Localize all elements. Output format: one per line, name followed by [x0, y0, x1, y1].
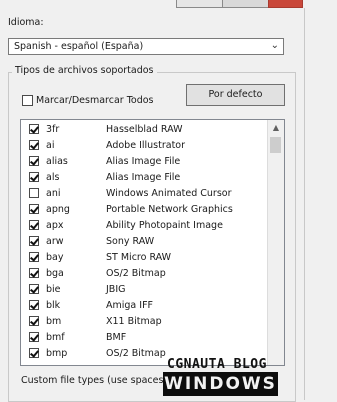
- file-type-checkbox[interactable]: [29, 140, 39, 150]
- file-type-checkbox[interactable]: [29, 220, 39, 230]
- file-type-description: ST Micro RAW: [106, 252, 172, 263]
- file-type-row[interactable]: bm X11 Bitmap: [21, 314, 270, 330]
- vertical-scrollbar[interactable]: ▲: [267, 120, 284, 365]
- file-type-extension: bm: [46, 316, 62, 327]
- toggle-all-checkbox[interactable]: Marcar/Desmarcar Todos: [22, 95, 154, 106]
- file-type-checkbox[interactable]: [29, 236, 39, 246]
- language-label: Idioma:: [8, 17, 44, 28]
- file-type-row[interactable]: ani Windows Animated Cursor: [21, 186, 270, 202]
- file-type-checkbox[interactable]: [29, 188, 39, 198]
- file-type-extension: ani: [46, 188, 61, 199]
- scroll-up-arrow-icon[interactable]: ▲: [268, 120, 284, 136]
- file-type-checkbox[interactable]: [29, 284, 39, 294]
- file-type-extension: als: [46, 172, 60, 183]
- file-type-checkbox[interactable]: [29, 268, 39, 278]
- default-button[interactable]: Por defecto: [186, 84, 285, 106]
- file-type-row[interactable]: bmf BMF: [21, 330, 270, 346]
- file-type-description: Ability Photopaint Image: [106, 220, 223, 231]
- file-type-extension: bga: [46, 268, 64, 279]
- file-type-row[interactable]: ai Adobe Illustrator: [21, 138, 270, 154]
- file-type-checkbox[interactable]: [29, 124, 39, 134]
- file-type-description: OS/2 Bitmap: [106, 348, 166, 359]
- file-type-extension: bay: [46, 252, 64, 263]
- file-type-extension: apng: [46, 204, 70, 215]
- file-type-row[interactable]: alias Alias Image File: [21, 154, 270, 170]
- file-type-row[interactable]: bay ST Micro RAW: [21, 250, 270, 266]
- file-type-row[interactable]: blk Amiga IFF: [21, 298, 270, 314]
- toggle-all-label: Marcar/Desmarcar Todos: [36, 95, 154, 106]
- watermark-logo: WINDOWS: [163, 372, 278, 396]
- file-type-extension: blk: [46, 300, 61, 311]
- file-type-checkbox[interactable]: [29, 252, 39, 262]
- file-type-extension: bmf: [46, 332, 65, 343]
- watermark-text: CGNAUTA BLOG: [167, 357, 267, 372]
- scroll-thumb[interactable]: [270, 137, 281, 153]
- title-bar: [0, 0, 337, 8]
- file-type-description: Hasselblad RAW: [106, 124, 183, 135]
- file-type-row[interactable]: arw Sony RAW: [21, 234, 270, 250]
- file-type-description: Adobe Illustrator: [106, 140, 186, 151]
- file-type-checkbox[interactable]: [29, 204, 39, 214]
- file-type-checkbox[interactable]: [29, 316, 39, 326]
- checkbox-icon: [22, 95, 33, 106]
- custom-file-types-label: Custom file types (use spaces: [21, 375, 164, 386]
- file-type-description: Alias Image File: [106, 172, 181, 183]
- file-type-description: OS/2 Bitmap: [106, 268, 166, 279]
- language-selected-value: Spanish - español (España): [14, 41, 144, 52]
- file-type-description: Windows Animated Cursor: [106, 188, 232, 199]
- file-types-group-title: Tipos de archivos soportados: [12, 65, 157, 76]
- file-type-extension: apx: [46, 220, 64, 231]
- file-type-description: Amiga IFF: [106, 300, 153, 311]
- file-type-row[interactable]: apx Ability Photopaint Image: [21, 218, 270, 234]
- language-select[interactable]: Spanish - español (España) ⌄: [8, 38, 284, 55]
- file-type-description: X11 Bitmap: [106, 316, 162, 327]
- file-type-checkbox[interactable]: [29, 332, 39, 342]
- maximize-button[interactable]: [222, 0, 270, 8]
- file-type-checkbox[interactable]: [29, 300, 39, 310]
- file-type-extension: ai: [46, 140, 55, 151]
- chevron-down-icon: ⌄: [270, 40, 279, 51]
- file-type-extension: arw: [46, 236, 64, 247]
- file-type-list[interactable]: 3fr Hasselblad RAW ai Adobe Illustrator alia…: [20, 119, 285, 366]
- file-type-row[interactable]: bga OS/2 Bitmap: [21, 266, 270, 282]
- file-type-description: Sony RAW: [106, 236, 155, 247]
- file-type-row[interactable]: apng Portable Network Graphics: [21, 202, 270, 218]
- file-type-description: JBIG: [106, 284, 126, 295]
- file-type-extension: alias: [46, 156, 68, 167]
- file-type-checkbox[interactable]: [29, 156, 39, 166]
- file-type-description: Portable Network Graphics: [106, 204, 233, 215]
- file-type-extension: bmp: [46, 348, 68, 359]
- file-type-row[interactable]: bie JBIG: [21, 282, 270, 298]
- file-type-row[interactable]: 3fr Hasselblad RAW: [21, 122, 270, 138]
- file-type-extension: 3fr: [46, 124, 60, 135]
- file-type-extension: bie: [46, 284, 61, 295]
- close-button[interactable]: [268, 0, 303, 8]
- file-type-row[interactable]: als Alias Image File: [21, 170, 270, 186]
- file-type-checkbox[interactable]: [29, 348, 39, 358]
- file-type-description: Alias Image File: [106, 156, 181, 167]
- minimize-button[interactable]: [176, 0, 224, 8]
- file-type-checkbox[interactable]: [29, 172, 39, 182]
- file-type-description: BMF: [106, 332, 127, 343]
